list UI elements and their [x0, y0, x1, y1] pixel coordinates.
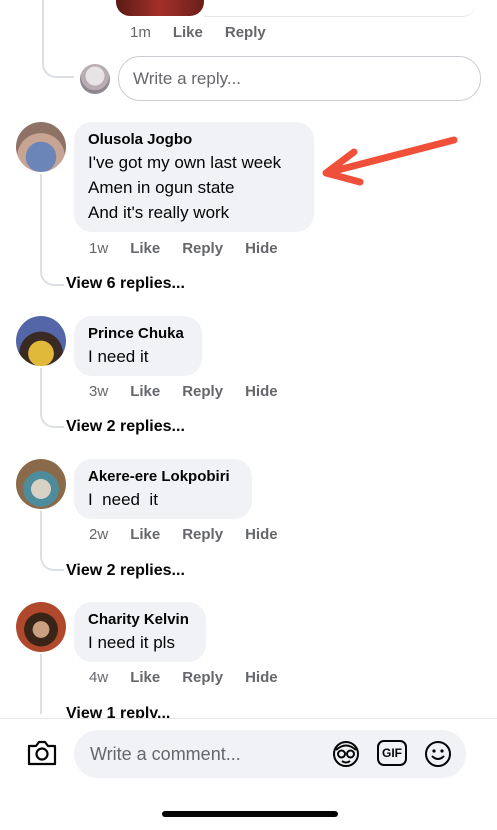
timestamp: 4w	[89, 669, 109, 686]
camera-icon[interactable]	[26, 738, 58, 768]
thread-line	[40, 511, 42, 547]
home-indicator	[162, 811, 338, 817]
thread-curve	[40, 404, 64, 428]
reply-button[interactable]: Reply	[225, 24, 266, 41]
view-replies-link[interactable]: View 2 replies...	[66, 562, 185, 580]
comment-text: I need it	[88, 490, 158, 509]
comment-meta: 4w Like Reply Hide	[89, 669, 300, 686]
hide-button[interactable]: Hide	[245, 526, 278, 543]
avatar[interactable]	[16, 459, 66, 509]
top-reply-bubble-edge	[204, 0, 476, 17]
reply-button[interactable]: Reply	[182, 240, 223, 257]
timestamp: 3w	[89, 383, 109, 400]
comment-text: I need it	[88, 347, 149, 366]
timestamp: 1m	[130, 24, 151, 41]
hide-button[interactable]: Hide	[245, 669, 278, 686]
timestamp: 2w	[89, 526, 109, 543]
comment-bubble: Akere-ere Lokpobiri I need it	[74, 459, 252, 519]
avatar[interactable]	[16, 602, 66, 652]
thread-curve	[40, 262, 64, 286]
thread-line	[40, 654, 42, 714]
hide-button[interactable]: Hide	[245, 383, 278, 400]
top-reply-meta: 1m Like Reply	[130, 24, 288, 41]
view-replies-link[interactable]: View 2 replies...	[66, 418, 185, 436]
reply-input-placeholder: Write a reply...	[133, 68, 242, 88]
comment-meta: 3w Like Reply Hide	[89, 383, 300, 400]
comment-meta: 2w Like Reply Hide	[89, 526, 300, 543]
thread-curve	[40, 547, 64, 571]
comment-bubble: Charity Kelvin I need it pls	[74, 602, 206, 662]
thread-line	[42, 0, 44, 56]
avatar[interactable]	[16, 316, 66, 366]
reply-button[interactable]: Reply	[182, 383, 223, 400]
comment-input-placeholder: Write a comment...	[90, 743, 241, 764]
like-button[interactable]: Like	[130, 669, 160, 686]
reply-button[interactable]: Reply	[182, 526, 223, 543]
timestamp: 1w	[89, 240, 109, 257]
like-button[interactable]: Like	[130, 526, 160, 543]
comment-author[interactable]: Charity Kelvin	[88, 610, 192, 630]
hide-button[interactable]: Hide	[245, 240, 278, 257]
avatar[interactable]	[16, 122, 66, 172]
gif-label: GIF	[382, 746, 402, 760]
reply-input[interactable]: Write a reply...	[118, 56, 481, 101]
comment-text: I've got my own last week Amen in ogun s…	[88, 153, 282, 222]
comment-meta: 1w Like Reply Hide	[89, 240, 300, 257]
avatar-sticker-icon[interactable]	[331, 739, 361, 769]
thread-line	[40, 174, 42, 262]
thread-line	[40, 368, 42, 404]
like-button[interactable]: Like	[173, 24, 203, 41]
thread-curve	[42, 56, 74, 78]
comment-author[interactable]: Olusola Jogbo	[88, 130, 300, 150]
comment-bubble: Olusola Jogbo I've got my own last week …	[74, 122, 314, 232]
avatar	[80, 64, 110, 94]
emoji-icon[interactable]	[423, 739, 453, 769]
comment-bubble: Prince Chuka I need it	[74, 316, 202, 376]
comment-author[interactable]: Akere-ere Lokpobiri	[88, 467, 238, 487]
like-button[interactable]: Like	[130, 240, 160, 257]
like-button[interactable]: Like	[130, 383, 160, 400]
gif-icon[interactable]: GIF	[377, 740, 407, 766]
annotation-arrow-icon	[322, 136, 458, 186]
reply-button[interactable]: Reply	[182, 669, 223, 686]
top-reply-image[interactable]	[116, 0, 204, 16]
comment-text: I need it pls	[88, 633, 175, 652]
comment-author[interactable]: Prince Chuka	[88, 324, 188, 344]
view-replies-link[interactable]: View 6 replies...	[66, 275, 185, 293]
comment-input[interactable]: Write a comment...	[74, 730, 466, 778]
